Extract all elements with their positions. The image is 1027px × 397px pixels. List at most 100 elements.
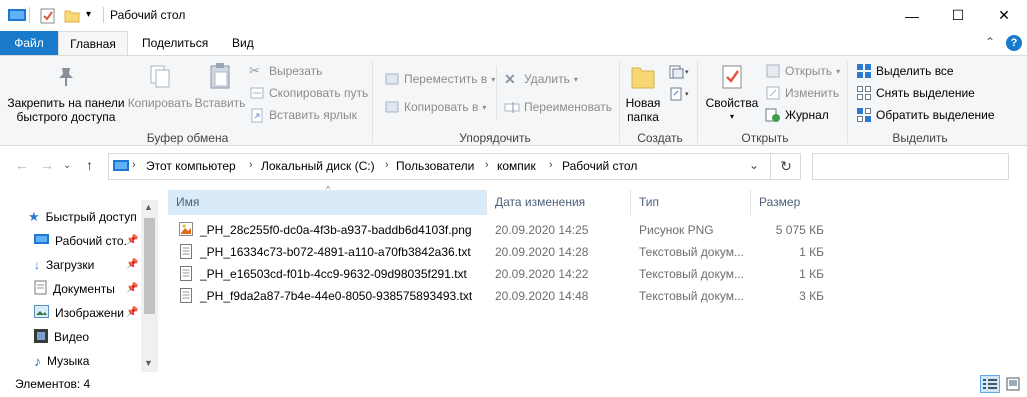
svg-text:▾: ▾ (685, 69, 689, 76)
forward-arrow-icon[interactable]: → (40, 157, 54, 173)
scroll-down-icon[interactable]: ▼ (144, 358, 153, 368)
column-header-date[interactable]: Дата изменения (487, 190, 631, 215)
paste-shortcut-button[interactable]: Вставить ярлык (249, 106, 357, 124)
pin-label: Закрепить на панели быстрого доступа (7, 96, 125, 124)
window-title: Рабочий стол (110, 8, 186, 22)
details-view-icon (983, 379, 997, 389)
file-size: 5 075 КБ (775, 223, 824, 237)
maximize-button[interactable]: ☐ (935, 0, 981, 31)
text-file-icon (180, 266, 192, 284)
nav-item-label: Документы (53, 282, 115, 296)
properties-button[interactable]: Свойства ▾ (703, 60, 761, 124)
file-row[interactable]: _PH_f9da2a87-7b4e-44e0-8050-938575893493… (173, 286, 839, 308)
explorer-window-icon[interactable] (8, 8, 26, 25)
create-group-label: Создать (637, 131, 683, 145)
scroll-up-icon[interactable]: ▲ (144, 202, 153, 212)
scroll-thumb[interactable] (144, 218, 155, 314)
breadcrumb-users[interactable]: Пользователи (396, 159, 474, 173)
tab-view[interactable]: Вид (220, 31, 266, 55)
refresh-button[interactable]: ↻ (770, 153, 801, 180)
tab-file[interactable]: Файл (0, 31, 58, 55)
breadcrumb-drive-c[interactable]: Локальный диск (C:) (261, 159, 375, 173)
invert-selection-button[interactable]: Обратить выделение (856, 106, 995, 124)
properties-label: Свойства (705, 96, 759, 110)
address-bar[interactable]: › Этот компьютер › Локальный диск (C:) ›… (108, 153, 801, 180)
back-arrow-icon[interactable]: ← (15, 157, 29, 173)
copy-path-label: Скопировать путь (269, 86, 369, 100)
copy-path-button[interactable]: Скопировать путь (249, 84, 368, 102)
breadcrumb-separator-icon[interactable]: › (385, 159, 389, 171)
nav-item-videos[interactable]: Видео (34, 327, 89, 347)
file-date: 20.09.2020 14:22 (495, 267, 589, 281)
cut-button[interactable]: ✂ Вырезать (249, 62, 322, 80)
open-button[interactable]: Открыть ▾ (765, 62, 840, 80)
breadcrumb-user[interactable]: компик (497, 159, 536, 173)
details-view-button[interactable] (980, 375, 1000, 393)
column-header-type[interactable]: Тип (631, 190, 751, 215)
easy-access-icon[interactable]: ▾ (669, 86, 691, 105)
pin-icon (59, 68, 73, 86)
desktop-icon (34, 233, 49, 249)
tab-home[interactable]: Главная (58, 31, 128, 56)
new-item-icon[interactable]: ▾ (669, 64, 691, 83)
minimize-button[interactable]: — (889, 0, 935, 31)
nav-item-quick-access[interactable]: ★ Быстрый доступ (28, 207, 137, 227)
nav-item-documents[interactable]: Документы 📌 (34, 279, 138, 299)
help-icon[interactable]: ? (1006, 35, 1022, 51)
properties-quick-icon[interactable] (40, 8, 56, 27)
pin-quick-access-button[interactable]: Закрепить на панели быстрого доступа (6, 60, 126, 124)
new-folder-button[interactable]: Новая папка (622, 60, 664, 124)
dropdown-arrow-icon: ▾ (836, 66, 841, 76)
column-header-name[interactable]: Имя (168, 190, 487, 215)
nav-scrollbar[interactable]: ▲ ▼ (141, 200, 158, 372)
move-to-icon (384, 71, 400, 87)
large-icons-view-button[interactable] (1003, 375, 1023, 393)
close-button[interactable]: ✕ (981, 0, 1027, 31)
breadcrumb-desktop[interactable]: Рабочий стол (562, 159, 637, 173)
divider (103, 7, 104, 23)
edit-button[interactable]: Изменить (765, 84, 839, 102)
image-file-icon (179, 222, 193, 239)
file-row[interactable]: _PH_e16503cd-f01b-4cc9-9632-09d98035f291… (173, 264, 839, 286)
nav-item-downloads[interactable]: ↓ Загрузки 📌 (34, 255, 138, 275)
nav-item-desktop[interactable]: Рабочий сто. 📌 (34, 231, 138, 251)
text-file-icon (180, 288, 192, 306)
new-folder-quick-icon[interactable] (64, 8, 80, 27)
copy-to-button[interactable]: Копировать в ▾ (384, 98, 486, 116)
tab-share[interactable]: Поделиться (130, 31, 220, 55)
customize-toolbar-icon[interactable]: ▾ (86, 9, 91, 20)
breadcrumb-separator-icon[interactable]: › (132, 159, 136, 171)
select-all-button[interactable]: Выделить все (856, 62, 954, 80)
cut-label: Вырезать (269, 64, 323, 78)
nav-item-music[interactable]: ♪ Музыка (34, 351, 89, 371)
scissors-icon: ✂ (249, 63, 260, 78)
paste-button[interactable]: Вставить (194, 60, 246, 110)
navigation-pane: ★ Быстрый доступ Рабочий сто. 📌 ↓ Загруз… (0, 200, 158, 372)
divider (29, 7, 30, 23)
ribbon-tabs: Файл Главная Поделиться Вид ⌃ (0, 31, 1027, 56)
rename-button[interactable]: Переименовать (504, 98, 612, 116)
delete-button[interactable]: ✕ Удалить ▾ (504, 70, 578, 88)
file-type: Рисунок PNG (639, 223, 714, 237)
history-button[interactable]: Журнал (765, 106, 829, 124)
file-row[interactable]: _PH_16334c73-b072-4891-a110-a70fb3842a36… (173, 242, 839, 264)
breadcrumb-this-pc[interactable]: Этот компьютер (146, 159, 236, 173)
select-none-button[interactable]: Снять выделение (856, 84, 975, 102)
recent-locations-icon[interactable]: ⌄ (63, 160, 71, 171)
select-all-icon (856, 63, 872, 79)
paste-label: Вставить (194, 96, 246, 110)
file-row[interactable]: _PH_28c255f0-dc0a-4f3b-a937-baddb6d4103f… (173, 220, 839, 242)
up-arrow-icon[interactable]: ↑ (86, 157, 93, 173)
copy-button[interactable]: Копировать (127, 60, 193, 110)
history-icon (765, 107, 781, 123)
file-name: _PH_f9da2a87-7b4e-44e0-8050-938575893493… (200, 289, 473, 303)
address-dropdown-icon[interactable]: ⌄ (749, 158, 759, 172)
search-input[interactable] (812, 153, 1009, 180)
breadcrumb-separator-icon[interactable]: › (549, 159, 553, 171)
move-to-button[interactable]: Переместить в ▾ (384, 70, 495, 88)
nav-item-pictures[interactable]: Изображени 📌 (34, 303, 138, 323)
breadcrumb-separator-icon[interactable]: › (249, 159, 253, 171)
collapse-ribbon-icon[interactable]: ⌃ (985, 35, 995, 49)
column-header-size[interactable]: Размер (751, 190, 839, 215)
breadcrumb-separator-icon[interactable]: › (485, 159, 489, 171)
